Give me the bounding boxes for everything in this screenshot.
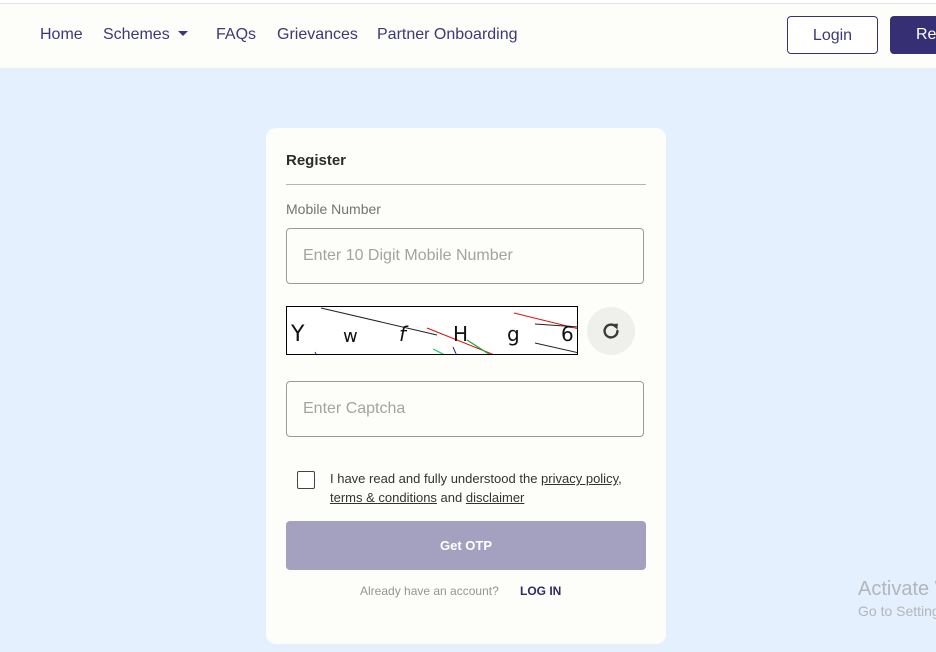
captcha-char: f <box>399 322 409 346</box>
login-button[interactable]: Login <box>787 16 878 54</box>
nav-faqs[interactable]: FAQs <box>216 26 256 44</box>
navbar: Home Schemes FAQs Grievances Partner Onb… <box>0 4 936 68</box>
captcha-char: H <box>453 322 468 346</box>
mobile-number-input[interactable] <box>286 228 644 284</box>
captcha-char: Y <box>290 322 305 347</box>
nav-schemes-label: Schemes <box>103 26 170 43</box>
divider <box>286 184 646 185</box>
watermark-line2: Go to Settings to activate Windows. <box>858 603 936 619</box>
captcha-noise-line <box>314 351 317 354</box>
refresh-captcha-button[interactable] <box>587 307 635 355</box>
captcha-input[interactable] <box>286 381 644 437</box>
already-have-account-text: Already have an account? <box>360 584 499 598</box>
terms-link[interactable]: terms & conditions <box>330 490 437 505</box>
captcha-noise-line <box>452 346 457 354</box>
get-otp-button[interactable]: Get OTP <box>286 521 646 570</box>
caret-down-icon <box>177 31 188 36</box>
mobile-label: Mobile Number <box>286 201 381 217</box>
captcha-char: g <box>507 322 520 346</box>
disclaimer-link[interactable]: disclaimer <box>466 490 525 505</box>
privacy-policy-link[interactable]: privacy policy <box>541 471 618 486</box>
refresh-icon <box>603 323 619 339</box>
card-title: Register <box>286 152 347 169</box>
register-card: Register Mobile Number Y w f H g 6 I <box>266 128 666 644</box>
captcha-char: 6 <box>561 322 574 346</box>
register-button[interactable]: Register <box>890 16 936 54</box>
consent-prefix: I have read and fully understood the <box>330 471 542 486</box>
captcha-noise: Y w f H g 6 <box>290 307 577 354</box>
nav-partner-onboarding[interactable]: Partner Onboarding <box>377 26 518 44</box>
nav-home[interactable]: Home <box>40 26 83 44</box>
captcha-char: w <box>343 326 358 347</box>
captcha-noise-line <box>320 307 438 336</box>
watermark-line1: Activate Windows <box>858 578 936 600</box>
consent-text: I have read and fully understood the pri… <box>330 469 650 507</box>
nav-schemes[interactable]: Schemes <box>103 26 188 44</box>
consent-and: and <box>436 490 466 505</box>
captcha-image: Y w f H g 6 <box>286 306 578 355</box>
consent-checkbox[interactable] <box>297 471 315 489</box>
windows-activation-watermark: Activate Windows Go to Settings to activ… <box>858 578 936 619</box>
captcha-noise-line <box>432 348 445 354</box>
consent-comma: , <box>618 471 622 486</box>
nav-grievances[interactable]: Grievances <box>277 26 358 44</box>
log-in-link[interactable]: LOG IN <box>520 584 561 598</box>
